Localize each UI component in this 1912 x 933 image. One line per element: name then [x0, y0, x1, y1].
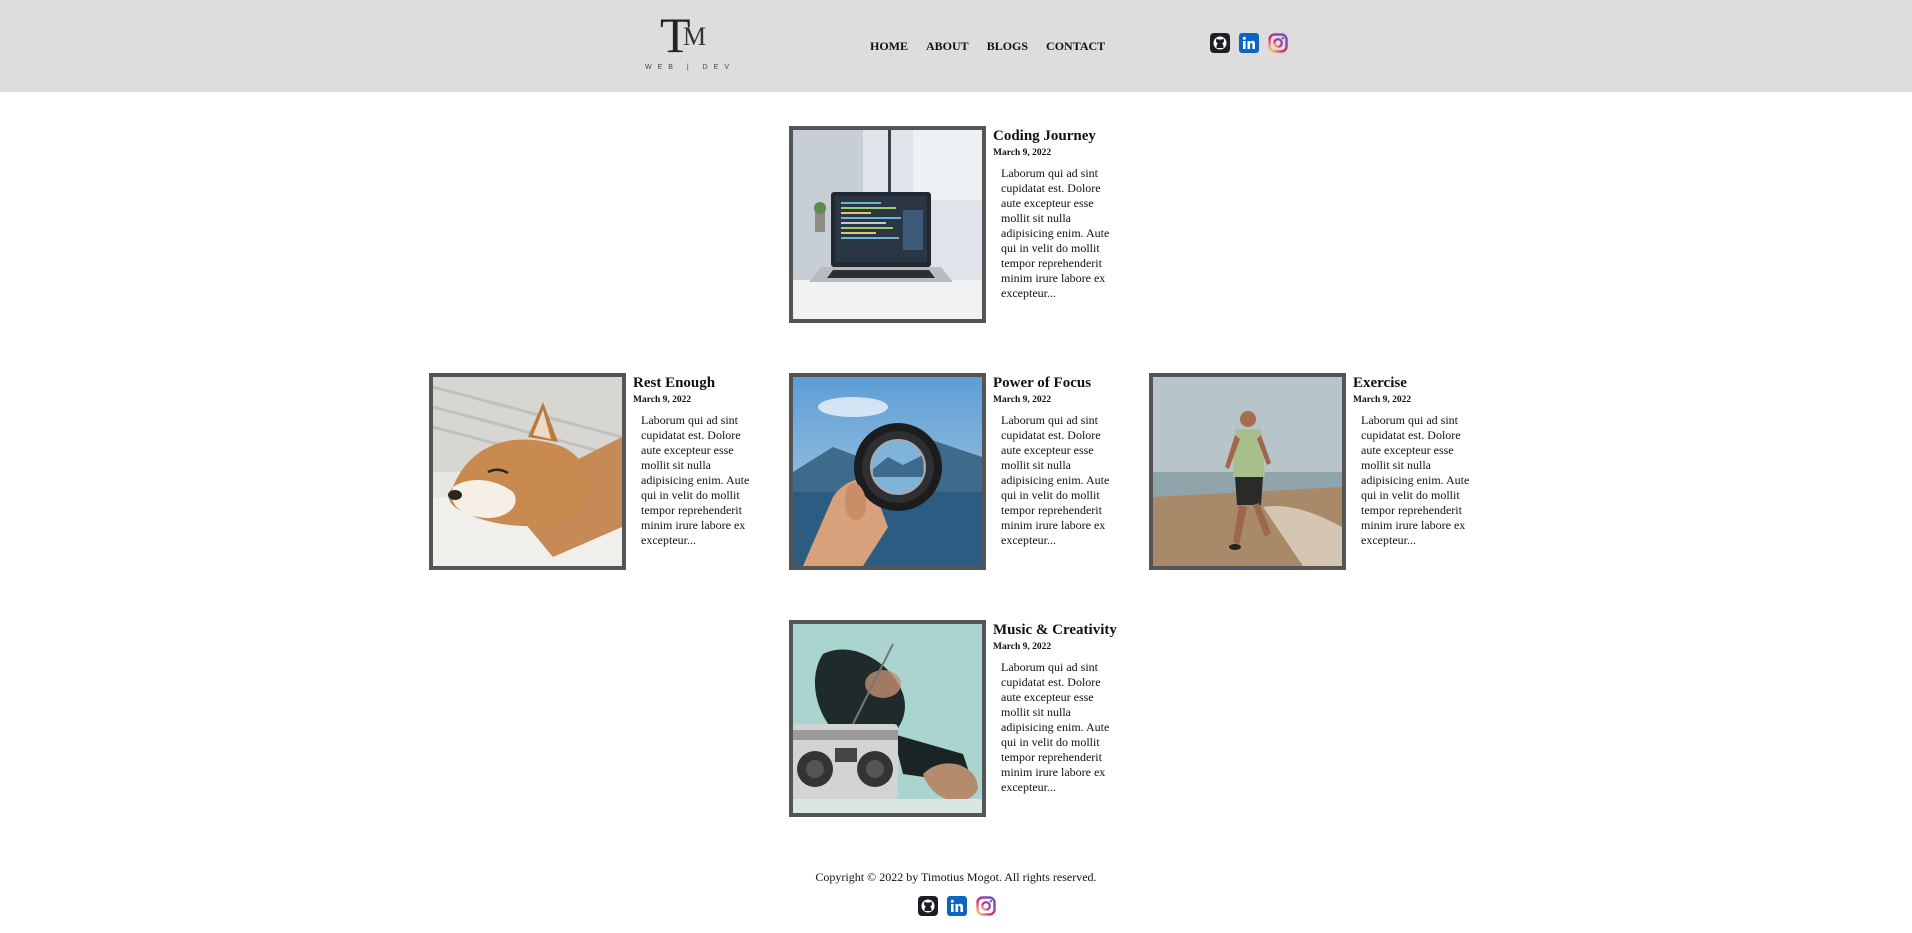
site-logo[interactable]: T M WEB | DEV — [640, 10, 740, 76]
sleeping-dog-image — [433, 377, 622, 566]
instagram-icon[interactable] — [1268, 33, 1288, 53]
runner-image — [1153, 377, 1342, 566]
post-thumbnail-lens[interactable] — [789, 373, 986, 570]
main-nav: HOME ABOUT BLOGS CONTACT — [870, 37, 1119, 55]
nav-about[interactable]: ABOUT — [926, 39, 969, 53]
post-title[interactable]: Power of Focus — [993, 375, 1091, 392]
post-excerpt: Laborum qui ad sint cupidatat est. Dolor… — [1001, 166, 1110, 300]
post-excerpt: Laborum qui ad sint cupidatat est. Dolor… — [1001, 413, 1110, 547]
post-thumbnail-boombox[interactable] — [789, 620, 986, 817]
site-header: T M WEB | DEV HOME ABOUT BLOGS CONTACT — [0, 0, 1912, 92]
post-date: March 9, 2022 — [1353, 395, 1412, 405]
footer-social-links — [918, 896, 996, 916]
linkedin-icon[interactable] — [947, 896, 967, 916]
blog-card[interactable]: Music & Creativity March 9, 2022 Laborum… — [789, 620, 1149, 817]
nav-blogs[interactable]: BLOGS — [987, 39, 1028, 53]
post-date: March 9, 2022 — [993, 148, 1052, 158]
post-thumbnail-runner[interactable] — [1149, 373, 1346, 570]
boombox-image — [793, 624, 982, 813]
linkedin-icon[interactable] — [1239, 33, 1259, 53]
instagram-icon[interactable] — [976, 896, 996, 916]
post-date: March 9, 2022 — [633, 395, 692, 405]
github-icon[interactable] — [1210, 33, 1230, 53]
post-date: March 9, 2022 — [993, 642, 1052, 652]
post-title[interactable]: Rest Enough — [633, 375, 715, 392]
post-excerpt: Laborum qui ad sint cupidatat est. Dolor… — [641, 413, 750, 547]
copyright-text: Copyright © 2022 by Timotius Mogot. All … — [815, 870, 1097, 884]
post-title[interactable]: Music & Creativity — [993, 622, 1117, 639]
blog-card[interactable]: Rest Enough March 9, 2022 Laborum qui ad… — [429, 373, 789, 570]
post-date: March 9, 2022 — [993, 395, 1052, 405]
laptop-image — [793, 130, 982, 319]
nav-home[interactable]: HOME — [870, 39, 908, 53]
post-thumbnail-dog[interactable] — [429, 373, 626, 570]
blog-card[interactable]: Exercise March 9, 2022 Laborum qui ad si… — [1149, 373, 1509, 570]
blog-card[interactable]: Power of Focus March 9, 2022 Laborum qui… — [789, 373, 1149, 570]
post-excerpt: Laborum qui ad sint cupidatat est. Dolor… — [1361, 413, 1470, 547]
logo-subtitle: WEB | DEV — [644, 64, 736, 71]
github-icon[interactable] — [918, 896, 938, 916]
post-title[interactable]: Coding Journey — [993, 128, 1096, 145]
post-title[interactable]: Exercise — [1353, 375, 1407, 392]
post-excerpt: Laborum qui ad sint cupidatat est. Dolor… — [1001, 660, 1110, 794]
lens-image — [793, 377, 982, 566]
blog-card[interactable]: Coding Journey March 9, 2022 Laborum qui… — [789, 126, 1149, 323]
post-thumbnail-laptop[interactable] — [789, 126, 986, 323]
nav-contact[interactable]: CONTACT — [1046, 39, 1105, 53]
header-social-links — [1210, 33, 1288, 53]
